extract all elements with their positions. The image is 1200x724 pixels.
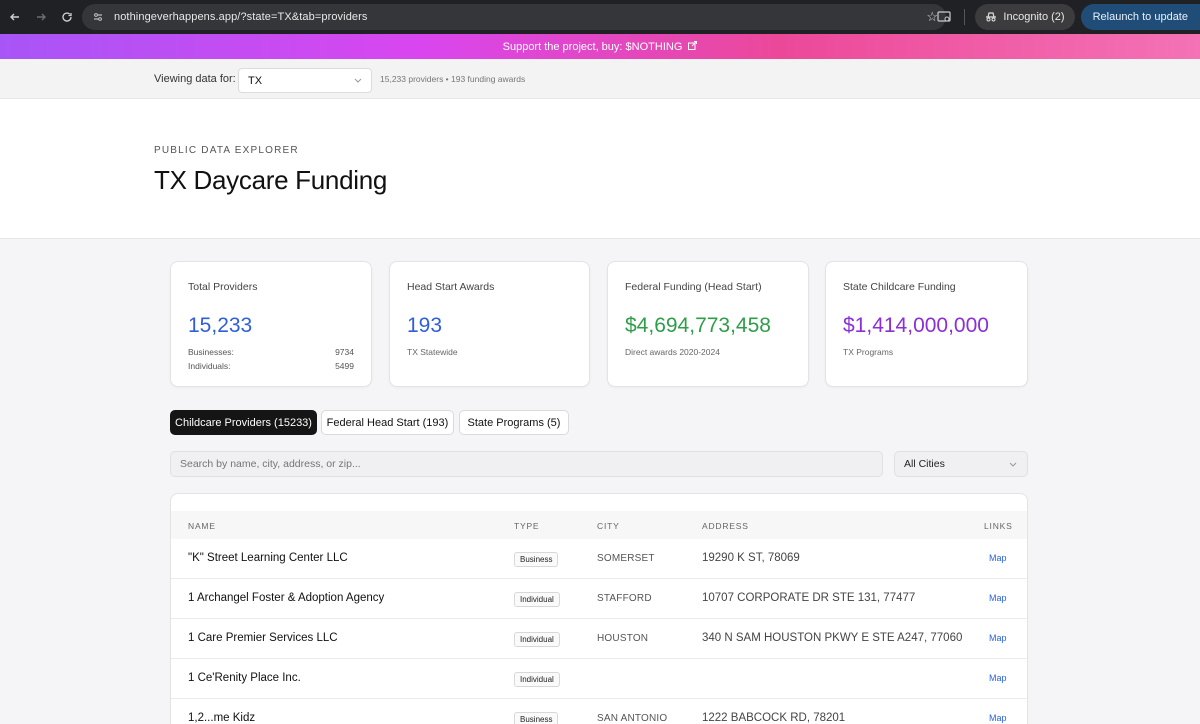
individuals-row: Individuals: 5499 [188,361,354,371]
column-header-address[interactable]: ADDRESS [702,521,749,531]
viewing-label: Viewing data for: [154,73,236,85]
url-text[interactable]: nothingeverhappens.app/?state=TX&tab=pro… [114,11,368,23]
card-value: 193 [407,314,443,337]
state-filter-bar: Viewing data for: TX 15,233 providers • … [0,59,1200,99]
column-header-type[interactable]: TYPE [514,521,539,531]
type-badge: Business [514,552,559,567]
cast-icon[interactable] [934,7,954,27]
map-link[interactable]: Map [989,633,1007,643]
page-eyebrow: PUBLIC DATA EXPLORER [154,145,299,156]
type-badge: Individual [514,672,560,687]
provider-name: 1 Ce'Renity Place Inc. [188,672,301,684]
browser-toolbar: nothingeverhappens.app/?state=TX&tab=pro… [0,0,1200,34]
businesses-label: Businesses: [188,347,234,357]
businesses-value: 9734 [335,347,354,357]
search-input[interactable] [180,458,873,470]
column-header-city[interactable]: CITY [597,521,620,531]
individuals-value: 5499 [335,361,354,371]
card-title: State Childcare Funding [843,281,956,293]
type-badge: Individual [514,632,560,647]
site-settings-icon[interactable] [90,9,106,25]
card-value: $4,694,773,458 [625,314,771,337]
chevron-down-icon [1009,459,1017,469]
table-row[interactable]: 1 Ce'Renity Place Inc. Individual Map [171,659,1027,699]
individuals-label: Individuals: [188,361,231,371]
search-field[interactable] [170,451,883,477]
table-row[interactable]: "K" Street Learning Center LLC Business … [171,539,1027,579]
banner-text[interactable]: Support the project, buy: $NOTHING [503,41,683,53]
provider-address: 340 N SAM HOUSTON PKWY E STE A247, 77060 [702,632,963,644]
page-header: PUBLIC DATA EXPLORER TX Daycare Funding [0,99,1200,239]
tab-state-programs[interactable]: State Programs (5) [459,410,569,435]
card-title: Total Providers [188,281,258,293]
tab-childcare-providers[interactable]: Childcare Providers (15233) [170,410,317,435]
card-title: Head Start Awards [407,281,495,293]
page-title: TX Daycare Funding [154,165,388,195]
back-icon[interactable] [4,6,26,28]
table-row[interactable]: 1 Care Premier Services LLC Individual H… [171,619,1027,659]
type-badge: Individual [514,592,560,607]
type-badge: Business [514,712,559,724]
provider-address: 1222 BABCOCK RD, 78201 [702,712,846,724]
card-subtitle: TX Programs [843,347,894,357]
businesses-row: Businesses: 9734 [188,347,354,357]
state-select-value: TX [248,75,263,87]
card-value: 15,233 [188,314,253,337]
card-title: Federal Funding (Head Start) [625,281,762,293]
city-select-value: All Cities [904,458,945,470]
incognito-icon [986,12,997,22]
provider-address: 10707 CORPORATE DR STE 131, 77477 [702,592,916,604]
map-link[interactable]: Map [989,673,1007,683]
state-select[interactable]: TX [238,68,372,93]
map-link[interactable]: Map [989,593,1007,603]
incognito-label: Incognito (2) [1003,11,1065,23]
address-bar[interactable]: nothingeverhappens.app/?state=TX&tab=pro… [82,4,946,30]
provider-city: SOMERSET [597,553,655,564]
card-value: $1,414,000,000 [843,314,989,337]
federal-funding-card: Federal Funding (Head Start) $4,694,773,… [607,261,809,387]
map-link[interactable]: Map [989,713,1007,723]
table-row[interactable]: 1 Archangel Foster & Adoption Agency Ind… [171,579,1027,619]
head-start-awards-card: Head Start Awards 193 TX Statewide [389,261,590,387]
providers-table: NAME TYPE CITY ADDRESS LINKS "K" Street … [170,493,1028,724]
incognito-button[interactable]: Incognito (2) [975,4,1075,30]
tab-federal-head-start[interactable]: Federal Head Start (193) [321,410,454,435]
data-summary: 15,233 providers • 193 funding awards [380,74,526,84]
provider-name: "K" Street Learning Center LLC [188,552,348,564]
external-link-icon [688,40,698,53]
state-funding-card: State Childcare Funding $1,414,000,000 T… [825,261,1028,387]
provider-name: 1 Archangel Foster & Adoption Agency [188,592,385,604]
provider-name: 1 Care Premier Services LLC [188,632,338,644]
table-row[interactable]: 1,2...me Kidz Business SAN ANTONIO 1222 … [171,699,1027,724]
forward-icon[interactable] [30,6,52,28]
relaunch-button[interactable]: Relaunch to update [1080,4,1200,30]
provider-city: HOUSTON [597,633,649,644]
column-header-name[interactable]: NAME [188,521,216,531]
provider-city: STAFFORD [597,593,652,604]
provider-name: 1,2...me Kidz [188,712,256,724]
card-subtitle: Direct awards 2020-2024 [625,347,720,357]
total-providers-card: Total Providers 15,233 Businesses: 9734 … [170,261,372,387]
column-header-links: LINKS [984,521,1013,531]
support-banner[interactable]: Support the project, buy: $NOTHING [0,34,1200,59]
table-header: NAME TYPE CITY ADDRESS LINKS [171,511,1027,539]
city-select[interactable]: All Cities [894,451,1028,477]
chevron-down-icon [354,75,362,85]
provider-city: SAN ANTONIO [597,713,668,724]
map-link[interactable]: Map [989,553,1007,563]
toolbar-divider [964,9,966,25]
card-subtitle: TX Statewide [407,347,458,357]
provider-address: 19290 K ST, 78069 [702,552,800,564]
reload-icon[interactable] [56,6,78,28]
